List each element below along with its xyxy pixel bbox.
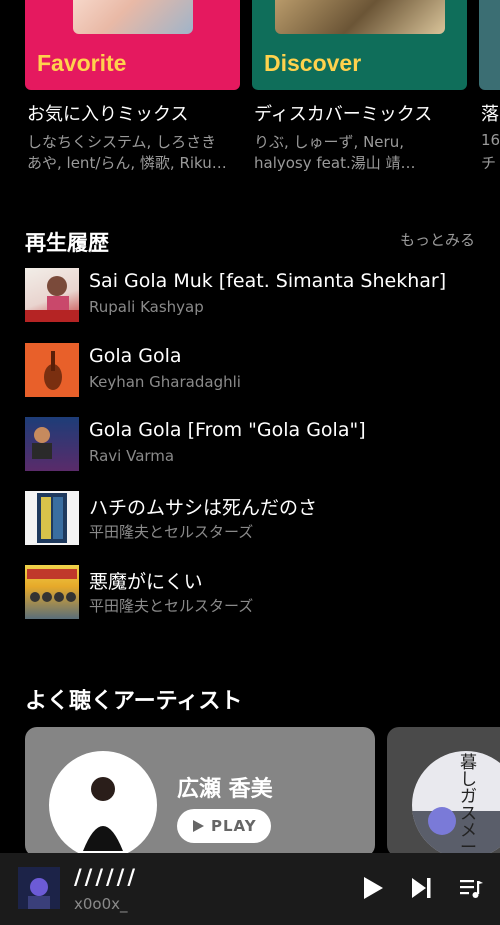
mix-card-favorite[interactable]: Favorite お気に入りミックス しなちくシステム, しろさき あや, le… — [25, 0, 240, 172]
artist-name: 広瀬 香美 — [177, 777, 273, 802]
mix-artists-line2: あや, lent/らん, 憐歌, Riku… — [27, 154, 227, 172]
history-item[interactable]: Gola Gola [From "Gola Gola"] Ravi Varma — [0, 417, 500, 477]
mix-cover-partial — [479, 0, 500, 90]
song-artist: 平田隆夫とセルスターズ — [89, 597, 254, 615]
song-artist: Ravi Varma — [89, 447, 175, 465]
now-playing-art-graphic — [28, 878, 50, 909]
history-item[interactable]: Gola Gola Keyhan Gharadaghli — [0, 343, 500, 403]
history-section-title: 再生履歴 — [25, 231, 109, 255]
mix-artists-line1: しなちくシステム, しろさき — [27, 133, 217, 151]
now-playing-title: ////// — [74, 865, 139, 889]
song-title: ハチのムサシは死んだのさ — [89, 497, 318, 519]
play-label: PLAY — [211, 817, 257, 835]
mix-title: お気に入りミックス — [27, 104, 189, 125]
album-thumb — [25, 565, 79, 619]
mix-card-partial[interactable]: 落 16 チ — [479, 0, 500, 172]
mix-artists-line2: halyosy feat.湯山 靖… — [254, 154, 416, 172]
album-thumb — [25, 268, 79, 322]
now-playing-thumb — [18, 867, 60, 909]
song-artist: 平田隆夫とセルスターズ — [89, 523, 254, 541]
artists-section-title: よく聴くアーティスト — [25, 689, 243, 714]
mix-carousel[interactable]: Favorite お気に入りミックス しなちくシステム, しろさき あや, le… — [0, 0, 500, 180]
history-item[interactable]: Sai Gola Muk [feat. Simanta Shekhar] Rup… — [0, 268, 500, 328]
play-icon — [193, 820, 204, 832]
album-art-graphic — [37, 493, 67, 543]
play-artist-button[interactable]: PLAY — [177, 809, 271, 843]
history-item[interactable]: ハチのムサシは死んだのさ 平田隆夫とセルスターズ — [0, 491, 500, 551]
artist-avatar: 暮しガスメータ — [412, 751, 500, 857]
song-artist: Keyhan Gharadaghli — [89, 373, 241, 391]
album-art-graphic — [32, 427, 52, 459]
artist-photo-graphic — [83, 777, 123, 851]
mini-player[interactable]: ////// x0o0x_ — [0, 853, 500, 925]
mix-title: ディスカバーミックス — [254, 104, 433, 125]
mix-artists-line1: 16 — [481, 131, 500, 149]
artist-art-graphic — [412, 807, 500, 857]
mix-artists-line1: りぶ, しゅーず, Neru, — [254, 133, 404, 151]
mix-cover-discover: Discover — [252, 0, 467, 90]
mix-cover-favorite: Favorite — [25, 0, 240, 90]
album-thumb — [25, 343, 79, 397]
violin-art-graphic — [44, 351, 62, 390]
mix-cover-art — [72, 0, 193, 34]
artist-art-text: 暮しガスメータ — [460, 753, 477, 858]
mix-artists-line2: チ — [481, 154, 497, 172]
song-title: Sai Gola Muk [feat. Simanta Shekhar] — [89, 270, 447, 292]
album-art-graphic — [25, 276, 79, 322]
mix-title: 落 — [481, 104, 499, 125]
song-title: Gola Gola — [89, 345, 182, 367]
album-thumb — [25, 491, 79, 545]
play-icon[interactable] — [359, 875, 385, 901]
album-art-graphic — [27, 569, 77, 602]
artist-card[interactable]: 暮しガスメータ — [387, 727, 500, 857]
mix-cover-label: Discover — [264, 50, 362, 76]
song-title: 悪魔がにくい — [89, 571, 203, 593]
mix-cover-label: Favorite — [37, 50, 127, 76]
song-artist: Rupali Kashyap — [89, 298, 204, 316]
now-playing-artist: x0o0x_ — [74, 895, 128, 913]
artist-avatar — [49, 751, 157, 857]
mix-cover-art — [274, 0, 445, 34]
history-more-link[interactable]: もっとみる — [400, 229, 475, 250]
mix-card-discover[interactable]: Discover ディスカバーミックス りぶ, しゅーず, Neru, haly… — [252, 0, 467, 172]
queue-icon[interactable] — [458, 875, 484, 901]
artist-card[interactable]: 広瀬 香美 PLAY — [25, 727, 375, 857]
skip-next-icon[interactable] — [408, 875, 434, 901]
history-item[interactable]: 悪魔がにくい 平田隆夫とセルスターズ — [0, 565, 500, 625]
album-thumb — [25, 417, 79, 471]
song-title: Gola Gola [From "Gola Gola"] — [89, 419, 366, 441]
